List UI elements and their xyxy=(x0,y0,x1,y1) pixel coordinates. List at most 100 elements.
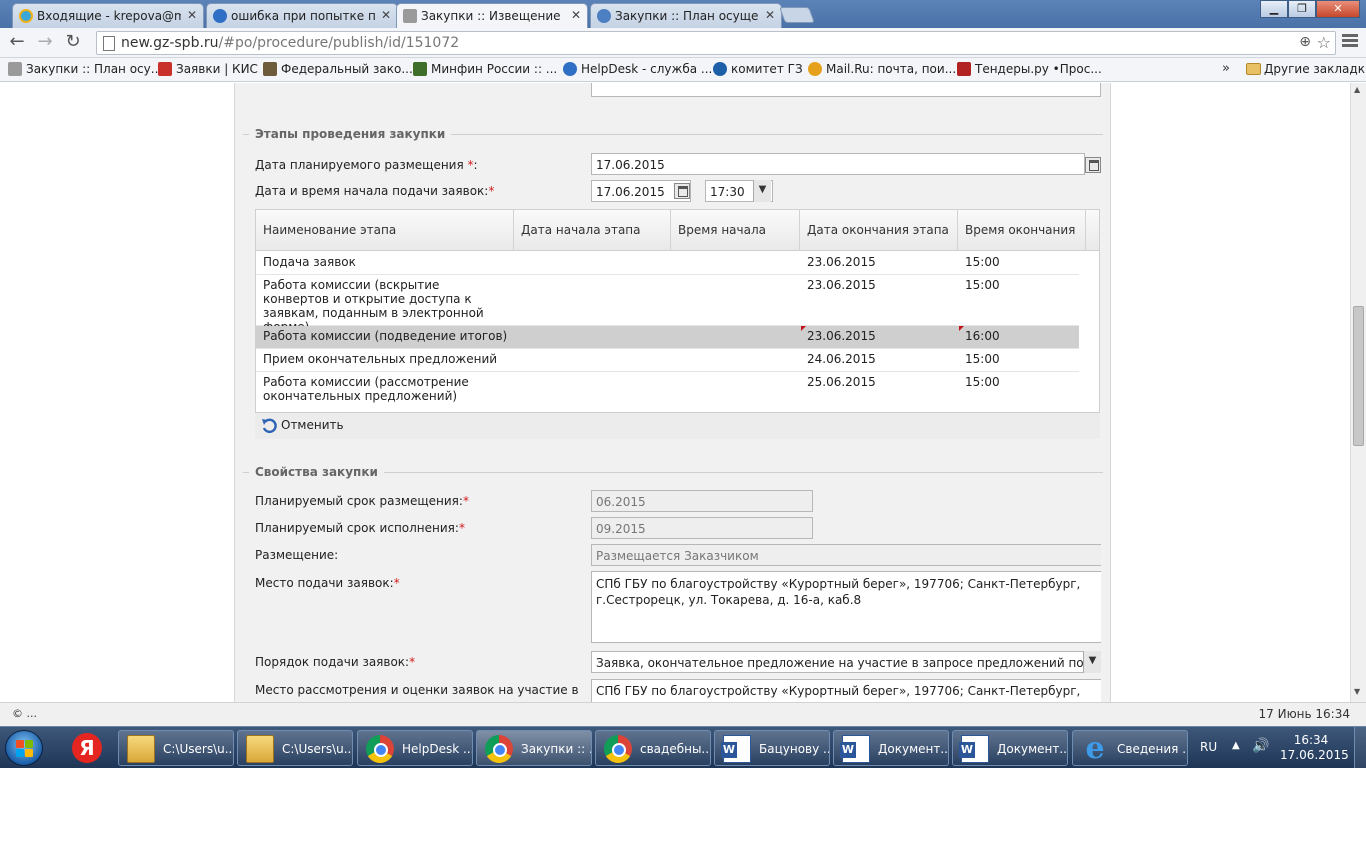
taskbar-item-chrome-active[interactable]: Закупки :: ... xyxy=(476,730,592,766)
taskbar-item-chrome[interactable]: HelpDesk ... xyxy=(357,730,473,766)
label-text: Дата планируемого размещения xyxy=(255,158,464,172)
required-mark: * xyxy=(409,655,416,669)
cell-end-date[interactable]: 23.06.2015 xyxy=(807,329,876,343)
taskbar-item-explorer[interactable]: C:\Users\u... xyxy=(237,730,353,766)
bookmarks-overflow-button[interactable]: » xyxy=(1222,61,1230,76)
close-icon[interactable]: ✕ xyxy=(765,8,775,22)
table-row-selected[interactable]: Работа комиссии (подведение итогов) 23.0… xyxy=(256,326,1079,349)
chevron-down-icon[interactable]: ▼ xyxy=(1083,651,1101,673)
undo-icon xyxy=(262,418,277,433)
cell-stage-name: Подача заявок xyxy=(263,255,356,269)
new-tab-button[interactable] xyxy=(779,7,815,23)
taskbar-item-chrome[interactable]: свадебны... xyxy=(595,730,711,766)
bookmark-item[interactable]: Минфин России :: ... xyxy=(413,62,557,76)
yandex-icon: Я xyxy=(72,733,102,763)
tab-notice[interactable]: Закупки :: Извещение о г ✕ xyxy=(396,3,588,28)
column-header-start-date[interactable]: Дата начала этапа xyxy=(514,210,671,251)
taskbar-item-label: HelpDesk ... xyxy=(402,742,473,756)
review-place-textarea[interactable]: СПб ГБУ по благоустройству «Курортный бе… xyxy=(591,679,1101,702)
close-icon[interactable]: ✕ xyxy=(381,8,391,22)
show-desktop-button[interactable] xyxy=(1354,727,1366,769)
properties-legend: Свойства закупки xyxy=(249,465,384,479)
bookmark-item[interactable]: Закупки :: План осу... xyxy=(8,62,162,76)
cell-end-time[interactable]: 15:00 xyxy=(965,352,1000,366)
taskbar-item-word[interactable]: Документ... xyxy=(952,730,1068,766)
cell-end-date[interactable]: 23.06.2015 xyxy=(807,255,876,269)
previous-field-input[interactable] xyxy=(591,83,1101,97)
table-row[interactable]: Подача заявок 23.06.2015 15:00 xyxy=(256,252,1079,275)
reload-button[interactable]: ↻ xyxy=(62,32,84,54)
cell-end-time[interactable]: 15:00 xyxy=(965,375,1000,389)
taskbar-item-label: Документ... xyxy=(997,742,1068,756)
cell-end-date[interactable]: 25.06.2015 xyxy=(807,375,876,389)
bookmark-item[interactable]: Тендеры.ру •Прос... xyxy=(957,62,1102,76)
language-indicator[interactable]: RU xyxy=(1200,740,1217,754)
bookmark-label: Федеральный зако... xyxy=(281,62,413,76)
cell-end-time[interactable]: 15:00 xyxy=(965,278,1000,292)
taskbar-item-explorer[interactable]: C:\Users\u... xyxy=(118,730,234,766)
calendar-icon[interactable] xyxy=(1085,157,1101,173)
url-path: /#po/procedure/publish/id/151072 xyxy=(218,35,460,51)
cell-end-time[interactable]: 16:00 xyxy=(965,329,1000,343)
bookmark-item[interactable]: комитет ГЗ xyxy=(713,62,803,76)
help-icon xyxy=(213,9,227,23)
minimize-button[interactable]: ▁ xyxy=(1260,0,1288,18)
scroll-down-arrow[interactable]: ▼ xyxy=(1354,687,1360,696)
submission-place-textarea[interactable]: СПб ГБУ по благоустройству «Курортный бе… xyxy=(591,571,1101,643)
forward-button[interactable]: → xyxy=(34,32,56,54)
column-header-end-time[interactable]: Время окончания xyxy=(958,210,1086,251)
word-icon xyxy=(840,735,870,763)
modified-cell-marker xyxy=(801,326,806,331)
submission-order-select[interactable]: Заявка, окончательное предложение на уча… xyxy=(591,651,1101,673)
tab-plan[interactable]: Закупки :: План осущест ✕ xyxy=(590,3,782,28)
planned-date-input[interactable]: 17.06.2015 xyxy=(591,153,1085,175)
close-icon[interactable]: ✕ xyxy=(187,8,197,22)
system-clock[interactable]: 16:34 17.06.2015 xyxy=(1280,733,1349,763)
table-row[interactable]: Работа комиссии (рассмотрение окончатель… xyxy=(256,372,1079,409)
column-header-end-date[interactable]: Дата окончания этапа xyxy=(800,210,958,251)
tab-error[interactable]: ошибка при попытке пут ✕ xyxy=(206,3,398,28)
back-button[interactable]: ← xyxy=(6,32,28,54)
address-bar[interactable]: new.gz-spb.ru/#po/procedure/publish/id/1… xyxy=(96,31,1336,55)
bookmark-item[interactable]: Федеральный зако... xyxy=(263,62,413,76)
bookmark-item[interactable]: Mail.Ru: почта, пои... xyxy=(808,62,956,76)
tab-inbox[interactable]: Входящие - krepova@ma ✕ xyxy=(12,3,204,28)
cell-end-time[interactable]: 15:00 xyxy=(965,255,1000,269)
table-row[interactable]: Работа комиссии (вскрытие конвертов и от… xyxy=(256,275,1079,334)
cell-stage-name: Работа комиссии (рассмотрение окончатель… xyxy=(263,375,469,403)
page-icon xyxy=(103,36,115,51)
cell-end-date[interactable]: 24.06.2015 xyxy=(807,352,876,366)
page-scrollbar[interactable]: ▲ ▼ xyxy=(1350,83,1366,702)
window-close-button[interactable]: ✕ xyxy=(1316,0,1360,18)
tab-title: Входящие - krepova@ma xyxy=(37,9,181,23)
folder-icon xyxy=(127,735,155,763)
colon: : xyxy=(473,158,478,172)
cancel-button[interactable]: Отменить xyxy=(261,418,344,433)
law-icon xyxy=(263,62,277,76)
bookmark-star-icon[interactable]: ☆ xyxy=(1317,33,1331,52)
close-icon[interactable]: ✕ xyxy=(571,8,581,22)
zoom-icon[interactable]: ⊕ xyxy=(1299,34,1311,50)
yandex-browser-pin[interactable]: Я xyxy=(60,730,112,766)
cell-end-date[interactable]: 23.06.2015 xyxy=(807,278,876,292)
scrollbar-thumb[interactable] xyxy=(1353,306,1364,446)
menu-icon[interactable] xyxy=(1342,34,1358,50)
other-bookmarks-folder[interactable]: Другие закладки xyxy=(1246,62,1366,76)
taskbar-item-word[interactable]: Документ... xyxy=(833,730,949,766)
taskbar-item-ie[interactable]: e Сведения ... xyxy=(1072,730,1188,766)
volume-icon[interactable]: 🔊 xyxy=(1252,738,1269,754)
column-header-stage-name[interactable]: Наименование этапа xyxy=(256,210,514,251)
bookmark-item[interactable]: Заявки | КИС xyxy=(158,62,258,76)
url-text[interactable]: new.gz-spb.ru/#po/procedure/publish/id/1… xyxy=(121,35,459,51)
column-header-start-time[interactable]: Время начала xyxy=(671,210,800,251)
url-host: new.gz-spb.ru xyxy=(121,35,219,51)
calendar-icon[interactable] xyxy=(674,183,690,199)
bookmark-item[interactable]: HelpDesk - служба ... xyxy=(563,62,712,76)
table-row[interactable]: Прием окончательных предложений 24.06.20… xyxy=(256,349,1079,372)
tray-expand-icon[interactable]: ▲ xyxy=(1232,740,1240,751)
start-button[interactable] xyxy=(5,730,43,766)
scroll-up-arrow[interactable]: ▲ xyxy=(1354,85,1360,94)
maximize-button[interactable]: ❐ xyxy=(1288,0,1316,18)
chevron-down-icon[interactable]: ▼ xyxy=(753,180,771,202)
taskbar-item-word[interactable]: Бацунову ... xyxy=(714,730,830,766)
